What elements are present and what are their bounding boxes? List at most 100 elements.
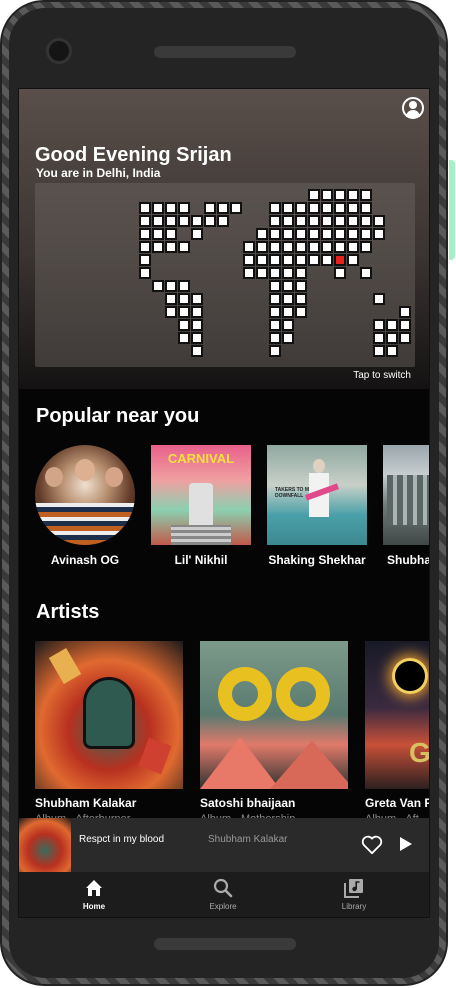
map-cell — [308, 254, 320, 266]
album-art-afterburner — [35, 641, 183, 789]
mini-player[interactable]: Respct in my blood Shubham Kalakar — [19, 818, 429, 872]
map-cell — [360, 228, 372, 240]
map-cell — [269, 306, 281, 318]
map-cell — [295, 293, 307, 305]
heart-icon[interactable] — [361, 835, 383, 855]
map-cell — [178, 319, 190, 331]
map-cell — [321, 241, 333, 253]
library-music-icon — [344, 879, 363, 898]
map-cell — [360, 215, 372, 227]
map-cell — [269, 267, 281, 279]
map-cell — [243, 241, 255, 253]
popular-card-label: Avinash OG — [50, 553, 120, 567]
map-cell — [269, 345, 281, 357]
map-cell — [399, 306, 411, 318]
artist-name: Greta Van F — [365, 796, 430, 810]
map-cell — [269, 254, 281, 266]
map-cell — [295, 202, 307, 214]
map-cell — [373, 293, 385, 305]
popular-card-label: Shubha — [387, 553, 430, 567]
map-cell — [165, 228, 177, 240]
home-icon — [86, 880, 102, 896]
popular-card-3[interactable]: TAKERS TO MY DOWNFALL Shaking Shekhar — [267, 445, 367, 567]
nav-home[interactable]: Home — [54, 878, 134, 911]
popular-card-label: Shaking Shekhar — [268, 553, 366, 567]
map-cell — [269, 215, 281, 227]
map-cell — [373, 332, 385, 344]
map-cell — [321, 189, 333, 201]
map-cell — [360, 241, 372, 253]
map-cell — [217, 215, 229, 227]
map-cell — [256, 254, 268, 266]
map-cell — [256, 241, 268, 253]
map-cell — [295, 280, 307, 292]
map-cell — [191, 319, 203, 331]
map-cell — [178, 293, 190, 305]
map-cell — [217, 202, 229, 214]
artist-name: Shubham Kalakar — [35, 796, 137, 810]
map-cell — [308, 228, 320, 240]
album-art-carnival: CARNIVAL — [151, 445, 251, 545]
map-cell — [321, 228, 333, 240]
map-switch-hint[interactable]: Tap to switch — [353, 370, 411, 381]
map-cell — [282, 267, 294, 279]
location-text: You are in Delhi, India — [36, 166, 161, 180]
map-cell — [334, 267, 346, 279]
map-cell — [243, 267, 255, 279]
nav-explore-label: Explore — [209, 902, 237, 911]
popular-card-4[interactable]: Shubha — [383, 445, 430, 567]
map-cell — [347, 189, 359, 201]
popular-card-1[interactable]: Avinash OG — [35, 445, 135, 567]
map-cell — [178, 202, 190, 214]
map-cell — [230, 202, 242, 214]
account-circle-icon[interactable] — [402, 97, 424, 119]
popular-card-2[interactable]: CARNIVAL Lil' Nikhil — [151, 445, 251, 567]
map-cell — [139, 267, 151, 279]
nav-explore[interactable]: Explore — [183, 878, 263, 911]
play-icon[interactable] — [399, 836, 413, 852]
map-cell — [191, 332, 203, 344]
map-cell — [347, 202, 359, 214]
world-map[interactable] — [35, 183, 415, 367]
map-cell — [295, 228, 307, 240]
map-cell — [282, 293, 294, 305]
map-cell — [256, 267, 268, 279]
map-cell — [360, 189, 372, 201]
map-cell — [334, 215, 346, 227]
hero-section: Good Evening Srijan You are in Delhi, In… — [19, 89, 429, 389]
map-cell — [347, 241, 359, 253]
map-cell — [165, 306, 177, 318]
map-cell — [373, 319, 385, 331]
artist-card-1[interactable]: Shubham Kalakar Album · Afterburner — [35, 641, 183, 825]
top-speaker — [154, 46, 296, 58]
nav-library-label: Library — [341, 902, 367, 911]
map-cell — [191, 228, 203, 240]
artist-card-3[interactable]: G Greta Van F Album · Aft — [365, 641, 430, 825]
map-cell — [360, 202, 372, 214]
map-cell — [269, 228, 281, 240]
map-cell — [243, 254, 255, 266]
map-cell — [256, 228, 268, 240]
map-cell — [269, 332, 281, 344]
map-cell — [282, 215, 294, 227]
map-cell — [178, 332, 190, 344]
map-cell — [178, 215, 190, 227]
map-cell — [308, 215, 320, 227]
map-cell — [165, 241, 177, 253]
map-cell — [334, 228, 346, 240]
map-cell — [282, 254, 294, 266]
side-button — [449, 160, 455, 260]
map-cell — [165, 202, 177, 214]
map-cell — [282, 319, 294, 331]
map-cell — [399, 319, 411, 331]
artist-card-2[interactable]: Satoshi bhaijaan Album · Mothership — [200, 641, 348, 825]
map-cell — [282, 228, 294, 240]
popular-card-label: Lil' Nikhil — [174, 553, 228, 567]
map-cell — [178, 280, 190, 292]
map-cell — [321, 202, 333, 214]
bottom-navigation: Home Explore Library — [19, 872, 429, 917]
map-cell — [191, 306, 203, 318]
map-cell — [139, 241, 151, 253]
map-cell — [139, 228, 151, 240]
nav-library[interactable]: Library — [314, 878, 394, 911]
